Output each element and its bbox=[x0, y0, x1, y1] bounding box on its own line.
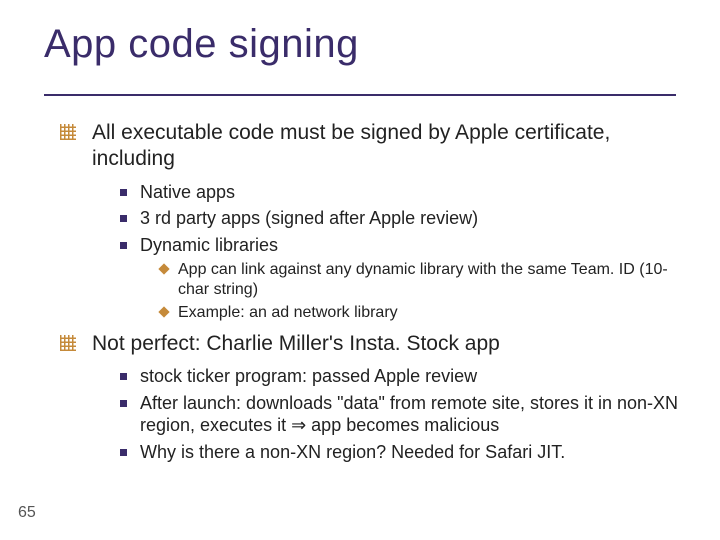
bullet-level2: After launch: downloads "data" from remo… bbox=[120, 392, 680, 437]
slide: App code signing All executable code mus… bbox=[0, 0, 720, 540]
level2-group: stock ticker program: passed Apple revie… bbox=[120, 365, 680, 463]
bullet-level3: App can link against any dynamic library… bbox=[160, 260, 680, 300]
bullet-text: Why is there a non-XN region? Needed for… bbox=[140, 442, 565, 462]
title-rule bbox=[44, 94, 676, 96]
level3-group: App can link against any dynamic library… bbox=[160, 260, 680, 323]
level2-group: Native apps 3 rd party apps (signed afte… bbox=[120, 181, 680, 324]
bullet-level3: Example: an ad network library bbox=[160, 303, 680, 323]
bullet-text: 3 rd party apps (signed after Apple revi… bbox=[140, 208, 478, 228]
bullet-text: After launch: downloads "data" from remo… bbox=[140, 393, 678, 436]
bullet-text: Example: an ad network library bbox=[178, 304, 398, 321]
page-number: 65 bbox=[18, 504, 36, 522]
bullet-text: Native apps bbox=[140, 182, 235, 202]
slide-title: App code signing bbox=[44, 22, 359, 67]
bullet-level1: All executable code must be signed by Ap… bbox=[60, 120, 680, 173]
bullet-level2: stock ticker program: passed Apple revie… bbox=[120, 365, 680, 388]
bullet-text: Not perfect: Charlie Miller's Insta. Sto… bbox=[92, 332, 500, 355]
bullet-text: App can link against any dynamic library… bbox=[178, 261, 668, 298]
bullet-level2: 3 rd party apps (signed after Apple revi… bbox=[120, 207, 680, 230]
bullet-level2: Native apps bbox=[120, 181, 680, 204]
bullet-text: stock ticker program: passed Apple revie… bbox=[140, 366, 477, 386]
bullet-text: All executable code must be signed by Ap… bbox=[92, 121, 610, 170]
bullet-level1: Not perfect: Charlie Miller's Insta. Sto… bbox=[60, 331, 680, 357]
slide-body: All executable code must be signed by Ap… bbox=[60, 120, 680, 469]
bullet-level2: Dynamic libraries bbox=[120, 234, 680, 257]
bullet-level2: Why is there a non-XN region? Needed for… bbox=[120, 441, 680, 464]
bullet-text: Dynamic libraries bbox=[140, 235, 278, 255]
